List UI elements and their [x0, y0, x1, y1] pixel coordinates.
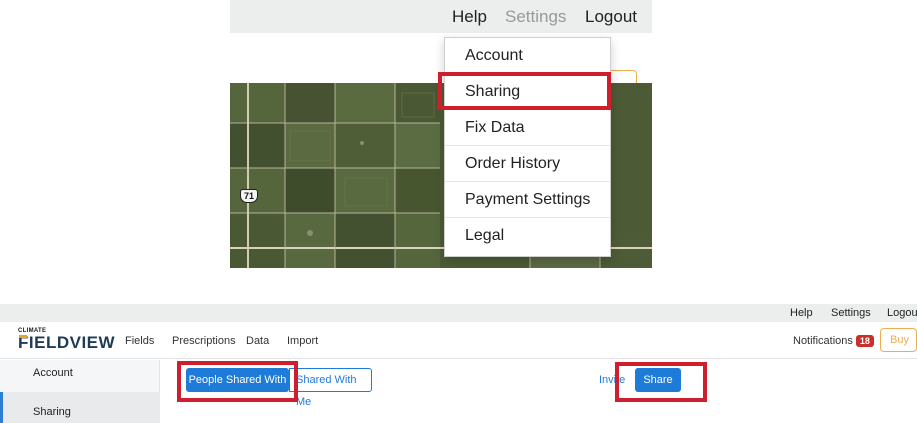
nav-settings-link[interactable]: Settings	[505, 7, 566, 27]
people-shared-with-highlight-box	[177, 361, 298, 402]
nav-logout-link[interactable]: Logout	[887, 307, 917, 319]
app-header: CLIMATE FIELDVIEW Fields Prescriptions D…	[0, 322, 917, 359]
nav-help-link[interactable]: Help	[452, 7, 487, 27]
nav-logout-link[interactable]: Logout	[585, 7, 637, 27]
top-navbar: Help Settings Logout	[230, 0, 652, 33]
share-button-highlight-box	[615, 362, 707, 402]
logo-accent-bar	[19, 335, 27, 338]
notifications-link[interactable]: Notifications 18	[793, 335, 874, 347]
logo-fieldview-text: FIELDVIEW	[18, 333, 116, 352]
top-navbar: Help Settings Logout	[0, 304, 917, 322]
menu-item-payment-settings[interactable]: Payment Settings	[445, 182, 610, 218]
nav-settings-link[interactable]: Settings	[831, 307, 871, 319]
shared-with-me-tab[interactable]: Shared With Me	[289, 368, 372, 408]
sidebar-item-account[interactable]: Account	[0, 360, 160, 392]
sharing-highlight-box	[438, 72, 611, 110]
nav-prescriptions[interactable]: Prescriptions	[172, 335, 236, 347]
route-shield-icon: 71	[240, 189, 258, 203]
nav-import[interactable]: Import	[287, 335, 318, 347]
menu-item-account[interactable]: Account	[445, 38, 610, 74]
sidebar-item-sharing[interactable]: Sharing	[0, 392, 160, 423]
menu-item-legal[interactable]: Legal	[445, 218, 610, 254]
settings-sidebar: Account Sharing	[0, 360, 160, 423]
buy-button[interactable]: Buy	[880, 328, 917, 352]
menu-item-fix-data[interactable]: Fix Data	[445, 110, 610, 146]
nav-help-link[interactable]: Help	[790, 307, 813, 319]
nav-fields[interactable]: Fields	[125, 335, 154, 347]
menu-item-order-history[interactable]: Order History	[445, 146, 610, 182]
fieldview-logo[interactable]: CLIMATE FIELDVIEW	[18, 328, 116, 354]
settings-menu-screenshot: Help Settings Logout ly	[230, 0, 652, 268]
notifications-count-badge: 18	[855, 335, 874, 347]
nav-data[interactable]: Data	[246, 335, 269, 347]
notifications-label: Notifications	[793, 335, 853, 347]
settings-dropdown-menu: Account Sharing Fix Data Order History P…	[444, 37, 611, 257]
sharing-page-screenshot: Help Settings Logout CLIMATE FIELDVIEW F…	[0, 304, 917, 423]
